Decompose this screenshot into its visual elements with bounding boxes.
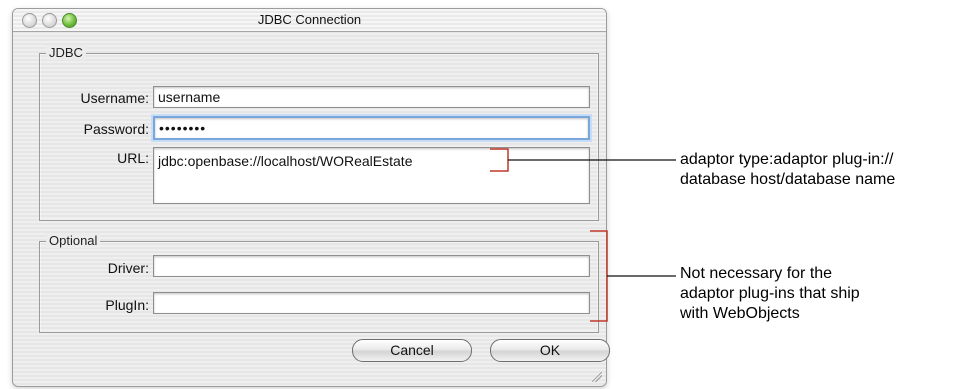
jdbc-group-legend: JDBC [46, 45, 86, 60]
window-title: JDBC Connection [257, 12, 362, 27]
resize-grip-icon[interactable] [592, 372, 602, 382]
username-label: Username: [80, 90, 149, 106]
jdbc-connection-window: JDBC Connection JDBC Username: username … [12, 8, 607, 387]
optional-annotation-line2: adaptor plug-ins that ship [680, 285, 860, 302]
url-annotation-line1: adaptor type:adaptor plug-in:// [680, 151, 894, 168]
username-field[interactable]: username [153, 86, 590, 108]
plugin-label: PlugIn: [105, 297, 149, 313]
url-annotation: adaptor type:adaptor plug-in:// database… [680, 150, 895, 190]
optional-annotation: Not necessary for the adaptor plug-ins t… [680, 264, 860, 324]
url-label: URL: [117, 150, 149, 166]
driver-field[interactable] [153, 255, 590, 277]
password-label: Password: [83, 121, 149, 137]
plugin-field[interactable] [153, 292, 590, 314]
optional-annotation-line1: Not necessary for the [680, 265, 833, 282]
url-annotation-line2: database host/database name [680, 171, 896, 188]
driver-label: Driver: [107, 260, 149, 276]
cancel-button[interactable]: Cancel [352, 339, 472, 362]
ok-button[interactable]: OK [490, 339, 610, 362]
optional-annotation-line3: with WebObjects [680, 305, 800, 322]
optional-group-legend: Optional [46, 233, 101, 248]
password-field[interactable]: •••••••• [153, 116, 590, 140]
title-bar: JDBC Connection [13, 9, 606, 32]
url-field[interactable]: jdbc:openbase://localhost/WORealEstate [153, 147, 590, 204]
